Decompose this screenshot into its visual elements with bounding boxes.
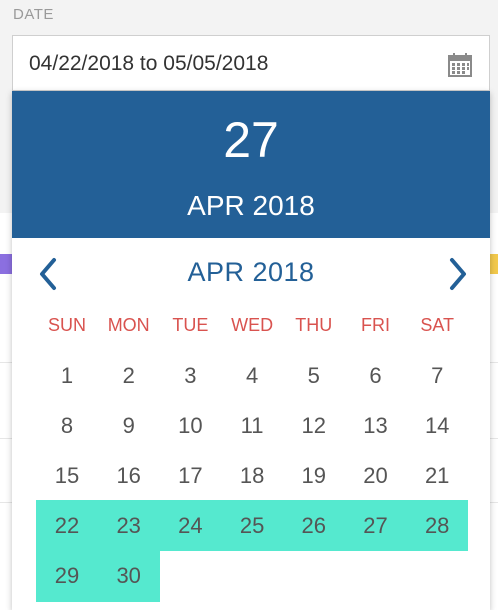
calendar-icon[interactable] — [447, 52, 473, 83]
day-cell[interactable]: 7 — [406, 351, 468, 401]
selected-day: 27 — [223, 112, 279, 168]
month-title: APR 2018 — [187, 257, 315, 287]
day-cell[interactable]: 9 — [98, 401, 160, 451]
day-cell[interactable]: 10 — [159, 401, 221, 451]
weekday-label: FRI — [361, 315, 390, 335]
day-cell[interactable]: 17 — [159, 451, 221, 501]
day-cell[interactable]: 13 — [345, 401, 407, 451]
day-cell[interactable]: 4 — [221, 351, 283, 401]
day-cell[interactable]: 11 — [221, 401, 283, 451]
selected-month: APR 2018 — [187, 190, 315, 221]
day-cell[interactable]: 15 — [36, 451, 98, 501]
chevron-right-icon — [450, 258, 466, 290]
weekday-label: THU — [295, 315, 333, 335]
day-cell[interactable]: 18 — [221, 451, 283, 501]
date-range-input[interactable]: 04/22/2018 to 05/05/2018 — [12, 35, 490, 91]
day-cell[interactable]: 20 — [345, 451, 407, 501]
date-picker: 27 APR 2018 APR 2018 SUN MON TUE WED THU FRI S… — [12, 91, 490, 610]
next-month-button[interactable] — [436, 254, 476, 294]
day-cell[interactable]: 6 — [345, 351, 407, 401]
day-cell[interactable]: 19 — [283, 451, 345, 501]
weekday-label: MON — [107, 315, 150, 335]
day-cell[interactable]: 25 — [221, 501, 283, 551]
weekday-label: SAT — [420, 315, 455, 335]
weekday-label: WED — [231, 315, 274, 335]
day-cell[interactable]: 1 — [36, 351, 98, 401]
day-cell[interactable]: 23 — [98, 501, 160, 551]
day-cell[interactable]: 8 — [36, 401, 98, 451]
day-cell[interactable]: 24 — [159, 501, 221, 551]
day-cell[interactable]: 3 — [159, 351, 221, 401]
weekday-label: TUE — [172, 315, 209, 335]
day-cell[interactable]: 5 — [283, 351, 345, 401]
day-cell[interactable]: 27 — [345, 501, 407, 551]
day-cell[interactable]: 22 — [36, 501, 98, 551]
day-cell[interactable]: 12 — [283, 401, 345, 451]
background-badge — [0, 254, 12, 274]
day-cell[interactable]: 26 — [283, 501, 345, 551]
day-cell[interactable]: 16 — [98, 451, 160, 501]
day-cell[interactable]: 14 — [406, 401, 468, 451]
day-cell[interactable]: 2 — [98, 351, 160, 401]
background-badge — [490, 254, 498, 274]
weekday-header: SUN MON TUE WED THU FRI SAT — [36, 315, 468, 339]
date-range-value: 04/22/2018 to 05/05/2018 — [29, 52, 269, 75]
day-cell[interactable]: 29 — [36, 551, 98, 601]
day-cell[interactable]: 21 — [406, 451, 468, 501]
day-cell[interactable]: 28 — [406, 501, 468, 551]
picker-header: 27 APR 2018 — [12, 91, 490, 238]
day-cell[interactable]: 30 — [98, 551, 160, 601]
field-label: DATE — [13, 6, 54, 23]
weekday-label: SUN — [47, 315, 86, 335]
